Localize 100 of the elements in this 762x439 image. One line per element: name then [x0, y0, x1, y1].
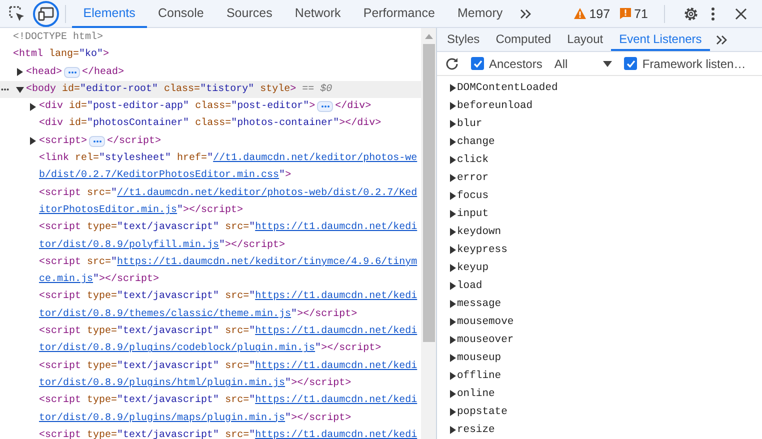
event-name[interactable]: keyup: [457, 262, 489, 274]
event-name[interactable]: mouseup: [457, 352, 502, 364]
tag-name: ></script>: [225, 238, 286, 253]
event-name[interactable]: change: [457, 136, 495, 148]
expand-toggle-icon[interactable]: [450, 192, 456, 200]
event-name[interactable]: load: [457, 280, 482, 292]
url-link[interactable]: itorPhotosEditor.min.js: [39, 202, 178, 220]
event-name[interactable]: offline: [457, 370, 502, 382]
url-link[interactable]: tor/dist/0.8.9/plugins/maps/plugin.min.js: [39, 410, 286, 427]
more-tabs-icon[interactable]: [520, 8, 532, 18]
url-link[interactable]: https://t1.daumcdn.net/kedi: [255, 392, 418, 410]
event-name[interactable]: blur: [457, 118, 482, 130]
expand-toggle-icon[interactable]: [450, 84, 456, 92]
event-name[interactable]: click: [457, 154, 489, 166]
url-link[interactable]: https://t1.daumcdn.net/kedi: [255, 288, 418, 306]
attribute-name: id=: [68, 116, 88, 132]
expand-toggle-icon[interactable]: [450, 408, 456, 416]
event-name[interactable]: keydown: [457, 226, 502, 238]
attribute-value: ": [291, 308, 298, 322]
event-name[interactable]: resize: [457, 424, 495, 436]
expand-toggle-icon[interactable]: [450, 102, 456, 110]
tag-name: </div>: [335, 100, 372, 114]
expand-toggle-icon[interactable]: [450, 138, 456, 146]
sidebar-tab[interactable]: Layout: [559, 28, 612, 51]
url-link[interactable]: https://t1.daumcdn.net/kedi: [255, 323, 418, 340]
expand-toggle-icon[interactable]: [450, 210, 456, 218]
node-actions-icon[interactable]: [1, 88, 9, 91]
event-name[interactable]: DOMContentLoaded: [457, 82, 558, 94]
panel-tab[interactable]: Console: [146, 0, 216, 28]
sidebar-tab[interactable]: Computed: [488, 28, 560, 51]
event-name[interactable]: focus: [457, 190, 489, 202]
expand-toggle-icon[interactable]: [16, 68, 24, 76]
event-name[interactable]: mouseover: [457, 334, 514, 346]
more-tabs-icon[interactable]: [716, 34, 728, 44]
sidebar-tab[interactable]: Event Listeners: [611, 28, 710, 51]
refresh-icon[interactable]: [445, 56, 459, 70]
url-link[interactable]: https://t1.daumcdn.net/kedi: [255, 219, 418, 237]
event-name[interactable]: online: [457, 388, 495, 400]
event-name[interactable]: error: [457, 172, 489, 184]
url-link[interactable]: //t1.daumcdn.net/keditor/photos-web/dist/0.2.7/Ked: [117, 184, 418, 202]
panel-tab[interactable]: Sources: [215, 0, 284, 28]
url-link[interactable]: tor/dist/0.8.9/themes/classic/theme.min.js: [39, 306, 292, 324]
attribute-name: class=: [194, 116, 232, 132]
device-toolbar-button[interactable]: [33, 0, 59, 26]
framework-checkbox[interactable]: [624, 57, 638, 70]
expand-toggle-icon[interactable]: [450, 156, 456, 164]
url-link[interactable]: ce.min.js: [39, 271, 94, 288]
url-link[interactable]: b/dist/0.2.7/KeditorPhotosEditor.min.css: [39, 167, 280, 185]
expand-toggle-icon[interactable]: [450, 264, 456, 272]
url-link[interactable]: //t1.daumcdn.net/keditor/photos-we: [213, 150, 418, 168]
panel-tab[interactable]: Performance: [352, 0, 446, 28]
url-link[interactable]: https://t1.daumcdn.net/keditor/tinymce/4.9.6/tinym: [117, 254, 418, 272]
ancestors-checkbox[interactable]: [471, 57, 484, 70]
attribute-name: type=: [86, 360, 118, 374]
panel-tab[interactable]: Elements: [72, 0, 147, 28]
event-name[interactable]: mousemove: [457, 316, 514, 328]
attribute-name: rel=: [74, 152, 100, 166]
url-link[interactable]: tor/dist/0.8.9/polyfill.min.js: [39, 236, 220, 254]
panel-tab[interactable]: Memory: [446, 0, 514, 28]
url-link[interactable]: tor/dist/0.8.9/plugins/html/plugin.min.js: [39, 374, 286, 392]
expand-toggle-icon[interactable]: [450, 372, 456, 380]
url-link[interactable]: https://t1.daumcdn.net/kedi: [255, 426, 418, 439]
expand-toggle-icon[interactable]: [450, 120, 456, 128]
expand-toggle-icon[interactable]: [450, 300, 456, 308]
event-name[interactable]: input: [457, 208, 489, 220]
scrollbar-thumb[interactable]: [422, 44, 434, 342]
expand-toggle-icon[interactable]: [450, 336, 456, 344]
event-name[interactable]: message: [457, 298, 502, 310]
expand-toggle-icon[interactable]: [29, 102, 37, 111]
inspect-icon[interactable]: [8, 4, 26, 22]
attribute-name: id=: [61, 82, 80, 97]
event-name[interactable]: beforeunload: [457, 100, 533, 112]
expand-toggle-icon[interactable]: [450, 228, 456, 236]
expand-toggle-icon[interactable]: [450, 390, 456, 398]
expand-toggle-icon[interactable]: [16, 86, 24, 94]
collapsed-content-badge[interactable]: [89, 136, 106, 147]
attribute-name: href=: [176, 152, 208, 166]
filter-dropdown[interactable]: All: [554, 56, 612, 70]
url-link[interactable]: tor/dist/0.8.9/plugins/codeblock/plugin.min.js: [39, 340, 316, 358]
expand-toggle-icon[interactable]: [29, 137, 37, 146]
close-icon[interactable]: [735, 8, 747, 20]
attribute-value: "stylesheet": [99, 152, 172, 166]
event-name[interactable]: popstate: [457, 406, 508, 418]
collapsed-content-badge[interactable]: [317, 101, 334, 112]
sidebar-tab[interactable]: Styles: [439, 28, 488, 51]
settings-icon[interactable]: [683, 6, 699, 22]
expand-toggle-icon[interactable]: [450, 246, 456, 254]
expand-toggle-icon[interactable]: [450, 426, 456, 434]
attribute-name: src=: [224, 394, 250, 408]
expand-toggle-icon[interactable]: [450, 282, 456, 290]
more-menu-icon[interactable]: [711, 6, 715, 20]
url-link[interactable]: https://t1.daumcdn.net/kedi: [255, 358, 418, 375]
expand-toggle-icon[interactable]: [450, 174, 456, 182]
error-count: 71: [634, 6, 648, 20]
event-name[interactable]: keypress: [457, 244, 508, 256]
expand-toggle-icon[interactable]: [450, 318, 456, 326]
checkbox-label: Framework listen…: [642, 56, 746, 70]
expand-toggle-icon[interactable]: [450, 354, 456, 362]
panel-tab[interactable]: Network: [284, 0, 352, 28]
collapsed-content-badge[interactable]: [64, 66, 80, 78]
